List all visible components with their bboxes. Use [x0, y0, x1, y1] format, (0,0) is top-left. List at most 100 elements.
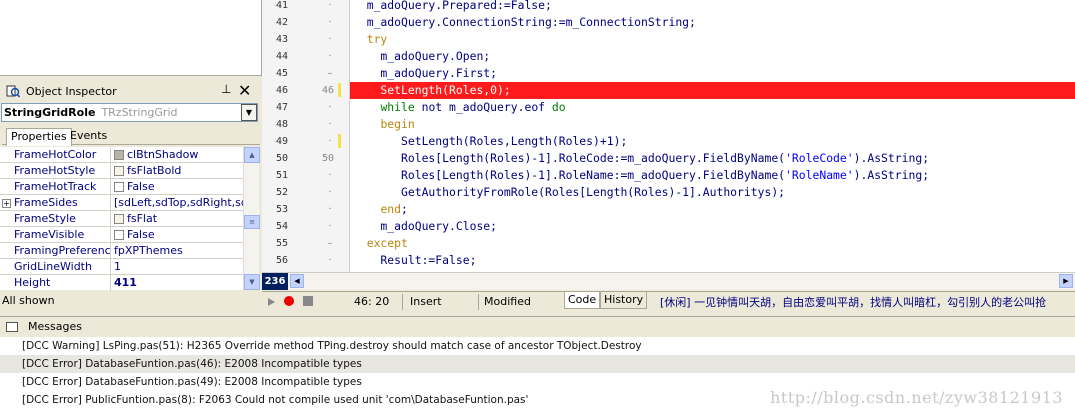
code-line[interactable]: SetLength(Roles,0);: [353, 82, 510, 99]
property-value[interactable]: False: [114, 179, 243, 195]
property-value[interactable]: fpXPThemes: [114, 243, 243, 259]
left-panel: Object Inspector ⊥ ✕ StringGridRole TRzS…: [0, 0, 262, 312]
tab-code[interactable]: Code: [564, 292, 601, 309]
stop-macro-icon[interactable]: [303, 296, 313, 306]
gutter-mark: ·: [328, 17, 332, 28]
property-value[interactable]: fsFlatBold: [114, 163, 243, 179]
value-swatch-icon: [114, 213, 124, 224]
property-name: FrameHotTrack: [14, 178, 111, 195]
gutter-mark: ·: [328, 204, 332, 215]
scroll-down-icon[interactable]: ▼: [244, 274, 260, 290]
component-type: TRzStringGrid: [101, 106, 178, 119]
scroll-thumb[interactable]: ≡: [244, 215, 260, 229]
property-value[interactable]: clBtnShadow: [114, 147, 243, 163]
property-row[interactable]: FrameHotColor clBtnShadow: [0, 147, 243, 163]
record-macro-icon[interactable]: [284, 296, 294, 306]
property-row[interactable]: FramingPreference fpXPThemes: [0, 242, 243, 259]
code-line[interactable]: m_adoQuery.Open;: [353, 48, 490, 65]
property-name: FramingPreference: [14, 242, 111, 259]
property-value[interactable]: False: [114, 227, 243, 243]
code-line[interactable]: except: [353, 235, 408, 252]
editor-statusbar: 46: 20 Insert Modified Code History [休闲]…: [262, 291, 1075, 311]
line-number: 42: [275, 17, 288, 28]
pin-icon[interactable]: ⊥: [221, 82, 231, 96]
news-ticker: [休闲] 一见钟情叫天胡，自由恋爱叫平胡，找情人叫暗杠，勾引别人的老公叫抢: [660, 296, 1047, 309]
property-name: FrameStyle: [14, 210, 111, 227]
line-number: 51: [275, 170, 288, 181]
property-name: Height: [14, 274, 111, 290]
status-separator: [402, 294, 403, 310]
property-name: FrameHotColor: [14, 147, 111, 163]
code-line[interactable]: try: [353, 31, 388, 48]
property-value-text: fpXPThemes: [114, 243, 183, 257]
code-line[interactable]: Roles[Length(Roles)-1].RoleCode:=m_adoQu…: [353, 150, 929, 167]
property-value[interactable]: [sdLeft,sdTop,sdRight,sdB: [114, 195, 243, 211]
editor-gutter: 41 · 42 · 43 · 44 · 45 – 46 46 47 · 48 · 49 · 50 50 51 · 52 · 53…: [262, 0, 350, 272]
property-row[interactable]: + FrameSides [sdLeft,sdTop,sdRight,sdB: [0, 194, 243, 211]
object-inspector-title: Object Inspector: [26, 84, 117, 98]
code-editor[interactable]: 41 · 42 · 43 · 44 · 45 – 46 46 47 · 48 · 49 · 50 50 51 · 52 · 53…: [262, 0, 1075, 272]
gutter-mark: ·: [328, 119, 332, 130]
line-number: 47: [275, 102, 288, 113]
gutter-mark: ·: [328, 255, 332, 266]
line-number: 46: [275, 85, 288, 96]
property-value-text: 1: [114, 259, 121, 273]
property-value[interactable]: 411: [114, 275, 243, 291]
property-name: GridLineWidth: [14, 258, 111, 275]
play-macro-icon[interactable]: [268, 298, 275, 306]
property-row[interactable]: FrameHotStyle fsFlatBold: [0, 162, 243, 179]
property-row[interactable]: FrameVisible False: [0, 226, 243, 243]
object-inspector-icon: [6, 84, 20, 98]
code-line[interactable]: begin: [353, 116, 414, 133]
code-line[interactable]: m_adoQuery.ConnectionString:=m_Connectio…: [353, 14, 696, 31]
property-row[interactable]: Height 411: [0, 274, 243, 291]
component-name: StringGridRole: [4, 106, 96, 119]
line-number: 48: [275, 119, 288, 130]
expand-icon[interactable]: +: [2, 199, 11, 208]
editor-hscrollbar[interactable]: 236 ◀ ▶: [262, 272, 1075, 290]
edit-mode: Insert: [410, 295, 442, 308]
gutter-mark: –: [327, 238, 333, 249]
property-value-text: fsFlat: [127, 211, 158, 225]
code-line[interactable]: GetAuthorityFromRole(Roles[Length(Roles)…: [353, 184, 785, 201]
code-line[interactable]: while not m_adoQuery.eof do: [353, 99, 565, 116]
code-line[interactable]: SetLength(Roles,Length(Roles)+1);: [353, 133, 627, 150]
code-line[interactable]: Result:=False;: [353, 252, 476, 269]
message-item[interactable]: [DCC Error] DatabaseFuntion.pas(46): E20…: [0, 355, 1075, 373]
code-line[interactable]: m_adoQuery.Prepared:=False;: [353, 0, 552, 14]
messages-icon: [6, 321, 18, 332]
property-scrollbar[interactable]: ▲ ≡ ▼: [243, 147, 260, 290]
modified-state: Modified: [484, 295, 531, 308]
scroll-left-icon[interactable]: ◀: [290, 274, 304, 288]
value-swatch-icon: [114, 181, 124, 192]
property-value[interactable]: fsFlat: [114, 211, 243, 227]
tab-history[interactable]: History: [600, 292, 648, 309]
property-value[interactable]: 1: [114, 259, 243, 275]
object-inspector-titlebar: Object Inspector ⊥ ✕: [0, 81, 262, 100]
chevron-down-icon[interactable]: ▼: [241, 104, 257, 121]
gutter-mark: –: [327, 68, 333, 79]
cursor-position: 46: 20: [354, 295, 390, 308]
property-row[interactable]: GridLineWidth 1: [0, 258, 243, 275]
property-row[interactable]: FrameHotTrack False: [0, 178, 243, 195]
code-line[interactable]: m_adoQuery.First;: [353, 65, 497, 82]
message-item[interactable]: [DCC Warning] LsPing.pas(51): H2365 Over…: [0, 337, 1075, 355]
code-line[interactable]: Roles[Length(Roles)-1].RoleName:=m_adoQu…: [353, 167, 929, 184]
line-number: 50: [275, 153, 288, 164]
tab-events[interactable]: Events: [66, 128, 111, 145]
code-line[interactable]: end;: [353, 201, 407, 218]
close-icon[interactable]: ✕: [238, 81, 251, 100]
line-number: 45: [275, 68, 288, 79]
line-number: 44: [275, 51, 288, 62]
scroll-right-icon[interactable]: ▶: [1059, 274, 1073, 288]
status-separator: [478, 294, 479, 310]
tab-properties[interactable]: Properties: [6, 128, 72, 146]
scroll-up-icon[interactable]: ▲: [244, 147, 260, 163]
component-selector[interactable]: StringGridRole TRzStringGrid ▼: [1, 103, 258, 122]
line-number: 52: [275, 187, 288, 198]
line-number: 54: [275, 221, 288, 232]
code-line[interactable]: m_adoQuery.Close;: [353, 218, 497, 235]
line-counter: 236: [262, 273, 288, 290]
property-row[interactable]: FrameStyle fsFlat: [0, 210, 243, 227]
property-value-text: False: [127, 227, 155, 241]
